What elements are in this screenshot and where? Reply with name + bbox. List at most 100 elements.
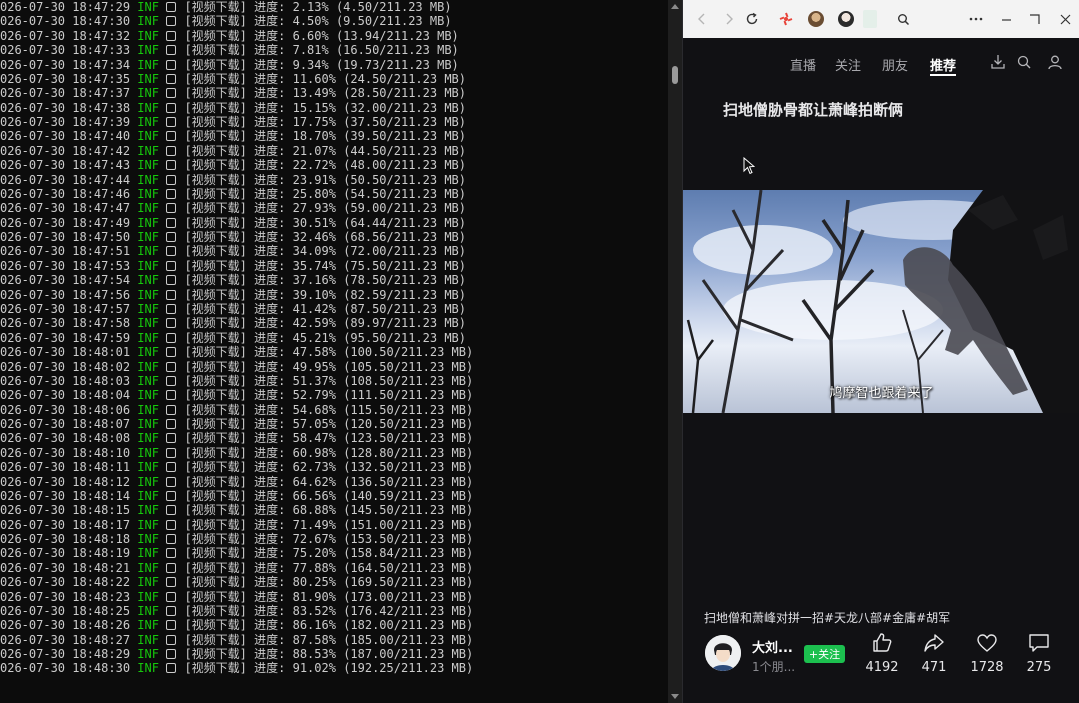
log-line: 026-07-30 18:47:53 INF [视频下载] 进度: 35.74%… (0, 259, 466, 273)
log-progress-label: 进度: (254, 244, 286, 259)
log-time: 026-07-30 18:47:40 (0, 129, 131, 144)
log-percent: 60.98% (292, 445, 336, 460)
log-progress-label: 进度: (254, 273, 286, 288)
log-level: INF (137, 244, 159, 259)
like-button[interactable]: 4192 (857, 632, 907, 675)
package-icon (166, 375, 177, 386)
log-time: 026-07-30 18:47:54 (0, 273, 131, 288)
package-icon (166, 2, 177, 12)
log-line: 026-07-30 18:47:40 INF [视频下载] 进度: 18.70%… (0, 129, 466, 143)
log-line: 026-07-30 18:47:49 INF [视频下载] 进度: 30.51%… (0, 216, 466, 230)
log-percent: 52.79% (292, 388, 336, 403)
log-time: 026-07-30 18:48:22 (0, 575, 131, 590)
log-progress-label: 进度: (254, 460, 286, 475)
nav-tab-recommended[interactable]: 推荐 (930, 55, 956, 74)
log-size: (173.00/211.23 MB) (343, 589, 474, 604)
search-icon[interactable] (1016, 54, 1032, 70)
log-progress-label: 进度: (254, 488, 286, 503)
log-tag: [视频下载] (184, 560, 247, 575)
scroll-down-arrow-icon[interactable] (671, 694, 679, 699)
log-tag: [视频下载] (184, 359, 247, 374)
log-progress-label: 进度: (254, 100, 286, 115)
package-icon (166, 246, 177, 257)
nav-tab-following[interactable]: 关注 (835, 55, 861, 74)
log-line: 026-07-30 18:47:35 INF [视频下载] 进度: 11.60%… (0, 72, 466, 86)
log-level: INF (137, 373, 159, 388)
forward-icon[interactable] (719, 9, 739, 29)
log-tag: [视频下载] (184, 431, 247, 446)
follow-button[interactable]: +关注 (804, 645, 845, 663)
maximize-icon[interactable] (1024, 9, 1044, 29)
log-tag: [视频下载] (184, 115, 247, 130)
log-percent: 87.58% (292, 632, 336, 647)
close-icon[interactable] (1055, 9, 1075, 29)
comment-icon (1029, 634, 1049, 652)
log-line: 026-07-30 18:48:03 INF [视频下载] 进度: 51.37%… (0, 374, 473, 388)
video-caption[interactable]: 扫地僧和萧峰对拼一招#天龙八部#金庸#胡军 (704, 609, 950, 626)
author-avatar[interactable] (705, 635, 741, 671)
log-level: INF (137, 115, 159, 130)
log-progress-label: 进度: (254, 575, 286, 590)
minimize-icon[interactable] (996, 9, 1016, 29)
profile-avatar-2[interactable] (838, 11, 854, 27)
log-tag: [视频下载] (184, 417, 247, 432)
log-size: (176.42/211.23 MB) (343, 603, 474, 618)
video-frame (686, 190, 1079, 413)
log-tag: [视频下载] (184, 71, 247, 86)
log-time: 026-07-30 18:47:59 (0, 330, 131, 345)
log-size: (87.50/211.23 MB) (343, 301, 467, 316)
log-progress-label: 进度: (254, 115, 286, 130)
log-time: 026-07-30 18:47:43 (0, 158, 131, 173)
share-button[interactable]: 471 (909, 632, 959, 675)
pinwheel-icon[interactable] (776, 9, 796, 29)
log-tag: [视频下载] (184, 100, 247, 115)
log-tag: [视频下载] (184, 186, 247, 201)
log-time: 026-07-30 18:48:19 (0, 546, 131, 561)
profile-avatar-1[interactable] (808, 11, 824, 27)
log-size: (28.50/211.23 MB) (343, 86, 467, 101)
log-progress-label: 进度: (254, 316, 286, 331)
download-icon[interactable] (990, 54, 1006, 70)
log-percent: 57.05% (292, 417, 336, 432)
author-name[interactable]: 大刘... (752, 637, 793, 656)
package-icon (166, 548, 177, 559)
log-tag: [视频下载] (184, 201, 247, 216)
tab-indicator[interactable] (863, 10, 877, 28)
package-icon (166, 217, 177, 228)
comment-button[interactable]: 275 (1014, 632, 1064, 675)
log-tag: [视频下载] (184, 618, 247, 633)
log-tag: [视频下载] (184, 330, 247, 345)
favorite-button[interactable]: 1728 (962, 632, 1012, 675)
video-player[interactable]: 鸠摩智也跟着来了 (683, 190, 1079, 413)
terminal-window[interactable]: 026-07-30 18:47:29 INF [视频下载] 进度: 2.13% … (0, 0, 668, 703)
log-level: INF (137, 474, 159, 489)
log-line: 026-07-30 18:47:47 INF [视频下载] 进度: 27.93%… (0, 201, 466, 215)
scroll-up-arrow-icon[interactable] (671, 4, 679, 9)
log-line: 026-07-30 18:48:01 INF [视频下载] 进度: 47.58%… (0, 345, 473, 359)
log-size: (182.00/211.23 MB) (343, 618, 474, 633)
user-icon[interactable] (1047, 54, 1063, 70)
log-percent: 51.37% (292, 373, 336, 388)
log-percent: 37.16% (292, 273, 336, 288)
nav-tab-live[interactable]: 直播 (790, 55, 816, 74)
terminal-scrollbar[interactable] (668, 0, 682, 703)
back-icon[interactable] (692, 9, 712, 29)
package-icon (166, 462, 177, 473)
log-tag: [视频下载] (184, 632, 247, 647)
log-level: INF (137, 43, 159, 58)
log-tag: [视频下载] (184, 172, 247, 187)
log-level: INF (137, 301, 159, 316)
scrollbar-thumb[interactable] (672, 66, 678, 84)
log-line: 026-07-30 18:48:29 INF [视频下载] 进度: 88.53%… (0, 647, 473, 661)
log-line: 026-07-30 18:48:07 INF [视频下载] 进度: 57.05%… (0, 417, 473, 431)
log-line: 026-07-30 18:47:38 INF [视频下载] 进度: 15.15%… (0, 101, 466, 115)
log-percent: 23.91% (292, 172, 336, 187)
nav-tab-friends[interactable]: 朋友 (882, 55, 908, 74)
search-icon[interactable] (893, 9, 913, 29)
more-icon[interactable] (966, 9, 986, 29)
log-level: INF (137, 603, 159, 618)
refresh-icon[interactable] (742, 9, 762, 29)
log-tag: [视频下载] (184, 14, 247, 29)
package-icon (166, 620, 177, 631)
log-level: INF (137, 100, 159, 115)
